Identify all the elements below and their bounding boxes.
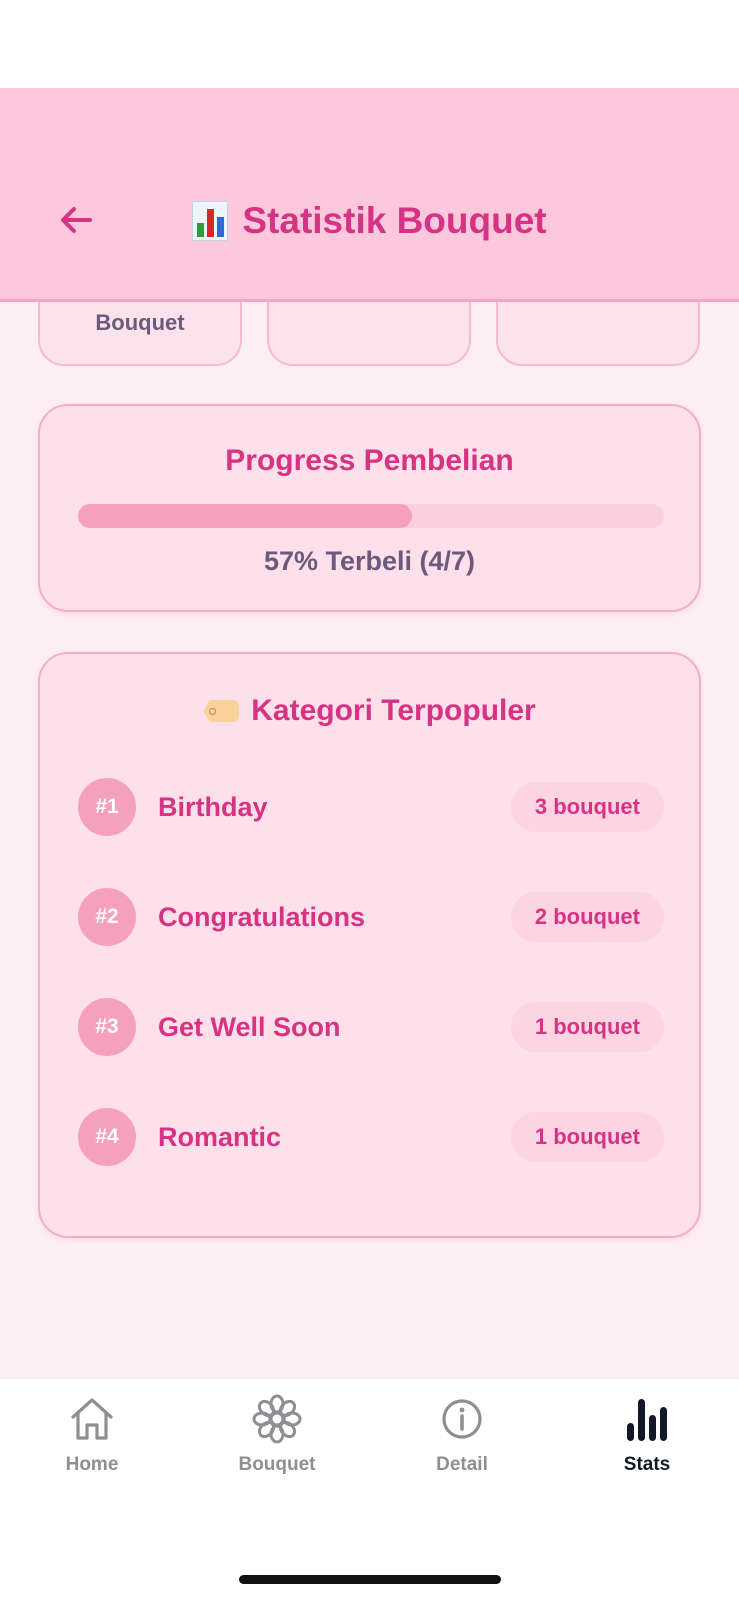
flower-icon [252, 1394, 302, 1444]
tab-label: Bouquet [238, 1454, 316, 1475]
stats-content[interactable]: Bouquet Progress Pembelian 57% Terbeli (… [0, 300, 739, 1378]
home-indicator [239, 1575, 501, 1584]
tab-bar: Home Bouquet Detail Stats [0, 1378, 739, 1600]
app-header: Statistik Bouquet [0, 88, 739, 302]
category-count-badge: 1 bouquet [510, 1002, 664, 1052]
rank-badge: #3 [78, 998, 136, 1056]
progress-text: 57% Terbeli (4/7) [263, 546, 476, 576]
category-name: Birthday [158, 792, 268, 822]
progress-fill [78, 504, 413, 528]
home-icon [71, 1398, 113, 1440]
page-title-text: Statistik Bouquet [242, 200, 547, 241]
tab-home[interactable]: Home [22, 1393, 162, 1476]
category-card: Kategori Terpopuler #1 Birthday 3 bouque… [38, 652, 701, 1238]
progress-title: Progress Pembelian [225, 444, 514, 477]
tab-bouquet[interactable]: Bouquet [207, 1393, 347, 1476]
page-title: Statistik Bouquet [0, 200, 739, 242]
tag-icon [203, 700, 240, 722]
category-count-badge: 1 bouquet [510, 1112, 664, 1162]
stat-card-3 [496, 300, 700, 366]
tab-label: Detail [436, 1454, 488, 1475]
category-count-badge: 3 bouquet [510, 782, 664, 832]
rank-badge: #2 [78, 888, 136, 946]
info-icon [442, 1399, 482, 1439]
bar-chart-icon [627, 1399, 667, 1441]
category-row-romantic[interactable]: #4 Romantic 1 bouquet [78, 1108, 664, 1166]
category-name: Get Well Soon [158, 1012, 341, 1042]
progress-card: Progress Pembelian 57% Terbeli (4/7) [38, 404, 701, 612]
category-title-text: Kategori Terpopuler [251, 694, 536, 727]
stat-card-2 [267, 300, 471, 366]
category-row-congratulations[interactable]: #2 Congratulations 2 bouquet [78, 888, 664, 946]
bar-chart-emoji-icon [192, 201, 229, 241]
status-bar-area [0, 0, 739, 88]
rank-badge: #4 [78, 1108, 136, 1166]
category-name: Congratulations [158, 902, 365, 932]
rank-badge: #1 [78, 778, 136, 836]
tab-label: Stats [623, 1454, 671, 1475]
tab-stats[interactable]: Stats [577, 1393, 717, 1476]
category-title: Kategori Terpopuler [40, 694, 699, 728]
tab-label: Home [65, 1454, 119, 1475]
stat-card-bouquet: Bouquet [38, 300, 242, 366]
category-name: Romantic [158, 1122, 282, 1152]
tab-detail[interactable]: Detail [392, 1393, 532, 1476]
progress-bar [78, 504, 664, 528]
category-row-get-well-soon[interactable]: #3 Get Well Soon 1 bouquet [78, 998, 664, 1056]
category-row-birthday[interactable]: #1 Birthday 3 bouquet [78, 778, 664, 836]
stat-card-label: Bouquet [95, 310, 185, 335]
category-count-badge: 2 bouquet [510, 892, 664, 942]
